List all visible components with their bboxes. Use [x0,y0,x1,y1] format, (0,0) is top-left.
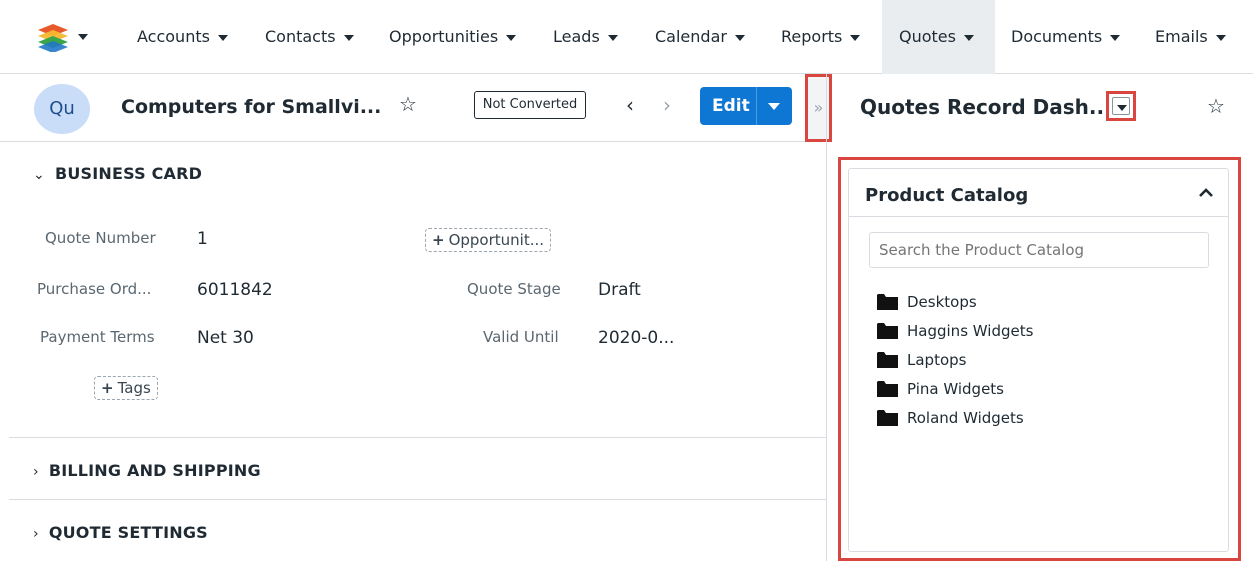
previous-record-icon[interactable]: ‹ [626,93,634,117]
section-quote-settings[interactable]: › QUOTE SETTINGS [33,523,208,542]
pane-divider [826,74,827,561]
quote-number-value[interactable]: 1 [197,229,208,249]
folder-icon [877,410,898,426]
app-logo-menu[interactable] [36,22,96,53]
button-label: Opportunit... [448,231,545,249]
list-item[interactable]: Roland Widgets [877,403,1033,432]
payment-terms-value[interactable]: Net 30 [197,328,254,348]
add-opportunity-button[interactable]: + Opportunit... [425,228,552,252]
section-billing-and-shipping[interactable]: › BILLING AND SHIPPING [33,461,261,480]
add-tags-button[interactable]: + Tags [94,376,158,400]
folder-icon [877,294,898,310]
caret-down-icon [1117,105,1127,111]
next-record-icon[interactable]: › [663,93,671,117]
nav-label: Documents [1011,27,1103,46]
dashlet-title: Product Catalog [865,185,1029,206]
purchase-order-value[interactable]: 6011842 [197,280,273,300]
category-tree: Desktops Haggins Widgets Laptops Pina Wi… [877,287,1033,432]
folder-icon [877,381,898,397]
dashboard-menu-button[interactable] [1106,91,1136,121]
nav-emails[interactable]: Emails [1155,0,1226,74]
caret-down-icon[interactable] [768,103,780,110]
status-badge: Not Converted [474,91,586,119]
record-title: Computers for Smallvi... [121,96,382,118]
toggle-sidebar-button[interactable]: » [805,74,832,142]
caret-down-icon [217,34,228,41]
nav-contacts[interactable]: Contacts [265,0,354,74]
dropdown-box [1112,97,1130,115]
valid-until-label: Valid Until [483,328,559,346]
list-item[interactable]: Haggins Widgets [877,316,1033,345]
top-navigation: Accounts Contacts Opportunities Leads Ca… [0,0,1253,74]
section-title: BILLING AND SHIPPING [48,461,261,480]
chevron-up-icon[interactable] [1198,185,1214,201]
record-header: Qu Computers for Smallvi... ☆ Not Conver… [0,74,826,142]
quote-stage-value[interactable]: Draft [598,280,641,300]
payment-terms-label: Payment Terms [40,328,155,346]
section-title: QUOTE SETTINGS [48,523,208,542]
button-divider [756,87,757,125]
caret-down-icon [607,34,618,41]
caret-down-icon [963,34,974,41]
dashboard-favorite-star-icon[interactable]: ☆ [1207,94,1225,118]
nav-label: Leads [553,27,600,46]
category-label: Haggins Widgets [907,321,1034,340]
nav-label: Accounts [137,27,210,46]
chevron-right-icon: › [33,464,39,480]
chevron-down-icon: ⌄ [33,167,45,183]
nav-label: Opportunities [389,27,499,46]
nav-calendar[interactable]: Calendar [655,0,745,74]
caret-down-icon [343,34,354,41]
double-chevron-right-icon: » [813,98,824,117]
product-catalog-search-input[interactable] [869,232,1209,268]
nav-label: Emails [1155,27,1208,46]
edit-button[interactable]: Edit [700,87,792,125]
section-business-card[interactable]: ⌄ BUSINESS CARD [33,164,202,183]
caret-down-icon [734,34,745,41]
category-label: Laptops [907,350,967,369]
section-divider [9,499,826,500]
section-title: BUSINESS CARD [54,164,203,183]
nav-opportunities[interactable]: Opportunities [389,0,517,74]
quote-stage-label: Quote Stage [467,280,561,298]
nav-label: Quotes [899,27,956,46]
category-label: Desktops [907,292,977,311]
caret-down-icon [1110,34,1121,41]
dashlet-header: Product Catalog [849,169,1228,217]
section-divider [9,437,826,438]
folder-icon [877,323,898,339]
dashboard-title: Quotes Record Dash... [860,95,1112,119]
nav-documents[interactable]: Documents [1011,0,1121,74]
nav-accounts[interactable]: Accounts [137,0,228,74]
caret-down-icon [1215,34,1226,41]
plus-icon: + [432,231,445,249]
list-item[interactable]: Pina Widgets [877,374,1033,403]
folder-icon [877,352,898,368]
valid-until-value[interactable]: 2020-0... [598,328,674,348]
purchase-order-label: Purchase Ord... [37,280,152,298]
avatar: Qu [34,84,90,134]
category-label: Pina Widgets [907,379,1004,398]
product-catalog-dashlet: Product Catalog Desktops Haggins Widgets… [848,168,1229,552]
quote-number-label: Quote Number [45,229,156,247]
nav-label: Reports [781,27,843,46]
nav-label: Calendar [655,27,727,46]
nav-label: Contacts [265,27,336,46]
list-item[interactable]: Laptops [877,345,1033,374]
nav-reports[interactable]: Reports [781,0,861,74]
nav-leads[interactable]: Leads [553,0,618,74]
list-item[interactable]: Desktops [877,287,1033,316]
stacked-layers-icon [38,24,88,53]
button-label: Tags [117,379,151,397]
edit-button-label: Edit [712,96,750,116]
caret-down-icon [506,34,517,41]
caret-down-icon [850,34,861,41]
plus-icon: + [101,379,114,397]
chevron-right-icon: › [33,526,39,542]
favorite-star-icon[interactable]: ☆ [399,92,417,116]
category-label: Roland Widgets [907,408,1024,427]
nav-quotes[interactable]: Quotes [882,0,995,74]
